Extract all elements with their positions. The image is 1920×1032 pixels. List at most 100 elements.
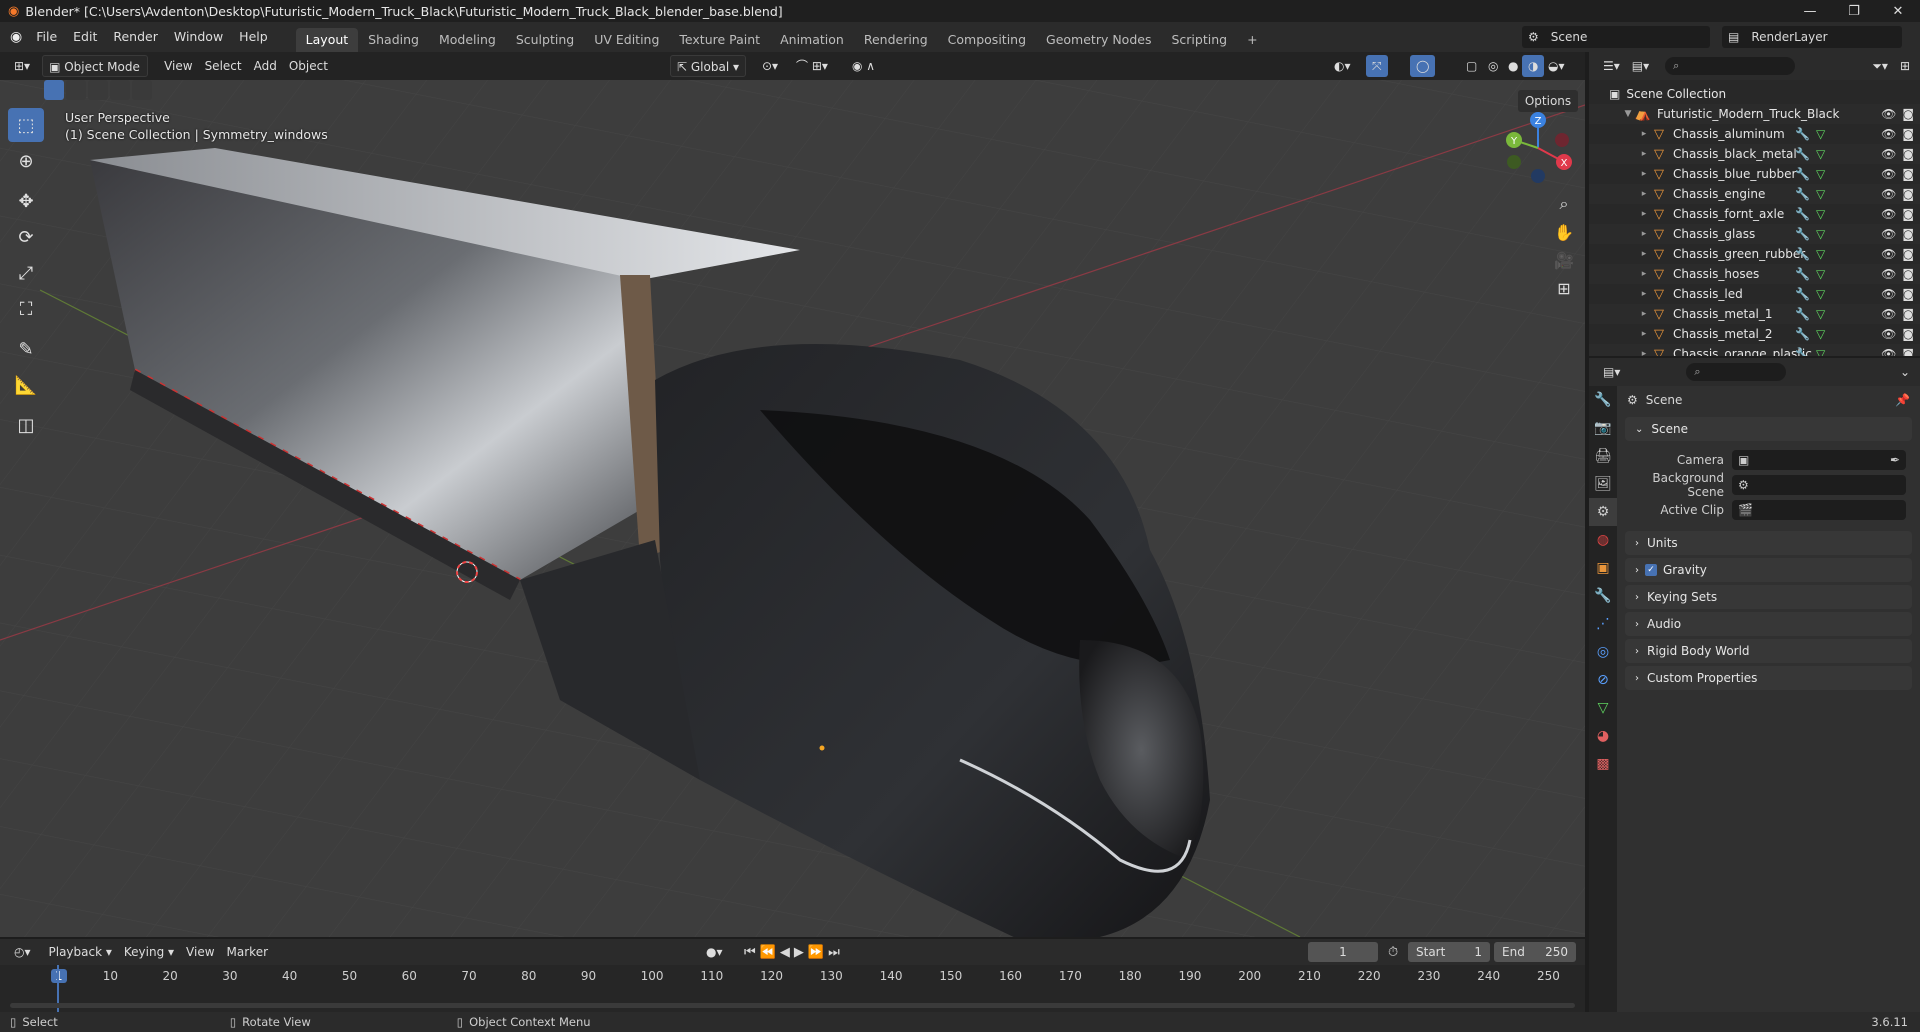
- camera-icon[interactable]: ◙: [1902, 347, 1914, 356]
- options-button[interactable]: Options: [1518, 90, 1578, 112]
- overlays-toggle-icon[interactable]: ◯: [1410, 55, 1436, 77]
- perspective-grid-icon[interactable]: ⊞: [1548, 274, 1580, 302]
- timeline-view-menu[interactable]: View: [180, 941, 220, 963]
- modifier-icon[interactable]: 🔧: [1795, 207, 1810, 221]
- prev-keyframe-icon[interactable]: ⏪: [760, 945, 776, 960]
- outliner-object-row[interactable]: ▸ ▽ Chassis_metal_2 🔧 ▽ 👁 ◙: [1589, 324, 1920, 344]
- proportional-edit-icon[interactable]: ◉ ∧: [846, 55, 881, 77]
- menu-edit[interactable]: Edit: [65, 26, 105, 48]
- material-tab-icon[interactable]: ◕: [1589, 722, 1617, 750]
- units-panel-header[interactable]: › Units: [1625, 531, 1912, 555]
- modifier-icon[interactable]: 🔧: [1795, 287, 1810, 301]
- maximize-button[interactable]: ❐: [1832, 0, 1876, 22]
- expand-arrow-icon[interactable]: ▸: [1637, 129, 1651, 139]
- expand-arrow-icon[interactable]: ▸: [1637, 349, 1651, 356]
- eye-icon[interactable]: 👁: [1881, 167, 1896, 181]
- jump-end-icon[interactable]: ⏭: [828, 945, 840, 960]
- measure-tool-icon[interactable]: 📐: [8, 368, 44, 402]
- object-tab-icon[interactable]: ▣: [1589, 554, 1617, 582]
- menu-add[interactable]: Add: [248, 55, 283, 77]
- end-frame-field[interactable]: End 250: [1494, 942, 1576, 962]
- minimize-button[interactable]: —: [1788, 0, 1832, 22]
- scene-tab-icon[interactable]: ⚙: [1589, 498, 1617, 526]
- properties-editor-type-icon[interactable]: ▤▾: [1597, 361, 1626, 383]
- mode-selector[interactable]: ▣ Object Mode ▾: [42, 55, 149, 96]
- world-tab-icon[interactable]: ◍: [1589, 526, 1617, 554]
- record-icon[interactable]: ●▾: [700, 941, 729, 963]
- gravity-checkbox[interactable]: ✓: [1645, 564, 1657, 576]
- menu-object[interactable]: Object: [283, 55, 334, 77]
- particles-tab-icon[interactable]: ⋰: [1589, 610, 1617, 638]
- eye-icon[interactable]: 👁: [1881, 147, 1896, 161]
- tab-animation[interactable]: Animation: [770, 28, 854, 52]
- timeline-area[interactable]: 1102030405060708090100110120130140150160…: [0, 965, 1585, 1012]
- tab-geometry-nodes[interactable]: Geometry Nodes: [1036, 28, 1161, 52]
- properties-search-input[interactable]: ⌕: [1686, 363, 1787, 381]
- collection-row[interactable]: ▼ ⛺ Futuristic_Modern_Truck_Black 👁 ◙: [1589, 104, 1920, 124]
- camera-icon[interactable]: ◙: [1902, 107, 1914, 121]
- modifier-icon[interactable]: 🔧: [1795, 267, 1810, 281]
- menu-file[interactable]: File: [28, 26, 65, 48]
- select-subtract-icon[interactable]: [88, 80, 108, 100]
- keying-menu[interactable]: Keying ▾: [118, 941, 180, 963]
- data-tab-icon[interactable]: ▽: [1589, 694, 1617, 722]
- rendered-shading-icon[interactable]: ◒▾: [1542, 55, 1571, 77]
- outliner-object-row[interactable]: ▸ ▽ Chassis_led 🔧 ▽ 👁 ◙: [1589, 284, 1920, 304]
- output-tab-icon[interactable]: 🖨: [1589, 442, 1617, 470]
- eye-icon[interactable]: 👁: [1881, 347, 1896, 356]
- constraints-tab-icon[interactable]: ⊘: [1589, 666, 1617, 694]
- camera-icon[interactable]: ◙: [1902, 187, 1914, 201]
- mesh-data-icon[interactable]: ▽: [1816, 287, 1825, 301]
- modifier-icon[interactable]: 🔧: [1795, 167, 1810, 181]
- jump-start-icon[interactable]: ⏮: [744, 945, 756, 960]
- eye-icon[interactable]: 👁: [1881, 267, 1896, 281]
- filter-icon[interactable]: ⏷▾: [1866, 55, 1894, 77]
- visibility-icon[interactable]: ◐▾: [1328, 55, 1357, 77]
- modifier-icon[interactable]: 🔧: [1795, 307, 1810, 321]
- scene-collection-row[interactable]: ▣ Scene Collection: [1589, 84, 1920, 104]
- camera-field[interactable]: ▣ ✒: [1732, 450, 1906, 470]
- expand-arrow-icon[interactable]: ▸: [1637, 309, 1651, 319]
- scene-selector[interactable]: ⚙ Scene: [1522, 26, 1710, 48]
- custom-properties-panel-header[interactable]: › Custom Properties: [1625, 666, 1912, 690]
- xray-icon[interactable]: ▢: [1460, 55, 1483, 77]
- time-stopwatch-icon[interactable]: ⏱: [1388, 945, 1398, 960]
- background-scene-field[interactable]: ⚙: [1732, 475, 1906, 495]
- select-box-tool-icon[interactable]: ⬚: [8, 108, 44, 142]
- 3d-viewport[interactable]: User Perspective (1) Scene Collection | …: [0, 80, 1585, 937]
- tab-texture-paint[interactable]: Texture Paint: [669, 28, 770, 52]
- keying-sets-panel-header[interactable]: › Keying Sets: [1625, 585, 1912, 609]
- close-button[interactable]: ✕: [1876, 0, 1920, 22]
- active-clip-field[interactable]: 🎬: [1732, 500, 1906, 520]
- tab-shading[interactable]: Shading: [358, 28, 429, 52]
- eye-icon[interactable]: 👁: [1881, 287, 1896, 301]
- modifier-icon[interactable]: 🔧: [1795, 147, 1810, 161]
- camera-icon[interactable]: ◙: [1902, 227, 1914, 241]
- mesh-data-icon[interactable]: ▽: [1816, 227, 1825, 241]
- camera-icon[interactable]: ◙: [1902, 287, 1914, 301]
- audio-panel-header[interactable]: › Audio: [1625, 612, 1912, 636]
- pin-icon[interactable]: 📌: [1895, 393, 1910, 407]
- eye-icon[interactable]: 👁: [1881, 227, 1896, 241]
- tab-sculpting[interactable]: Sculpting: [506, 28, 584, 52]
- camera-icon[interactable]: ◙: [1902, 327, 1914, 341]
- mesh-data-icon[interactable]: ▽: [1816, 207, 1825, 221]
- play-reverse-icon[interactable]: ◀: [780, 945, 790, 960]
- camera-icon[interactable]: ◙: [1902, 207, 1914, 221]
- dropdown-icon[interactable]: ⌄: [1894, 361, 1916, 383]
- modifier-icon[interactable]: 🔧: [1795, 187, 1810, 201]
- next-keyframe-icon[interactable]: ⏩: [808, 945, 824, 960]
- expand-arrow-icon[interactable]: ▸: [1637, 189, 1651, 199]
- menu-view[interactable]: View: [158, 55, 198, 77]
- outliner-search-input[interactable]: ⌕: [1665, 57, 1796, 75]
- timeline-scrollbar[interactable]: [10, 1003, 1575, 1008]
- outliner-object-row[interactable]: ▸ ▽ Chassis_hoses 🔧 ▽ 👁 ◙: [1589, 264, 1920, 284]
- menu-render[interactable]: Render: [105, 26, 166, 48]
- pan-hand-icon[interactable]: ✋: [1548, 218, 1580, 246]
- start-frame-field[interactable]: Start 1: [1408, 942, 1490, 962]
- navigation-gizmo[interactable]: Z X Y: [1500, 110, 1576, 186]
- select-invert-icon[interactable]: [110, 80, 130, 100]
- eye-icon[interactable]: 👁: [1881, 107, 1896, 121]
- modifier-icon[interactable]: 🔧: [1795, 227, 1810, 241]
- modifier-tab-icon[interactable]: 🔧: [1589, 582, 1617, 610]
